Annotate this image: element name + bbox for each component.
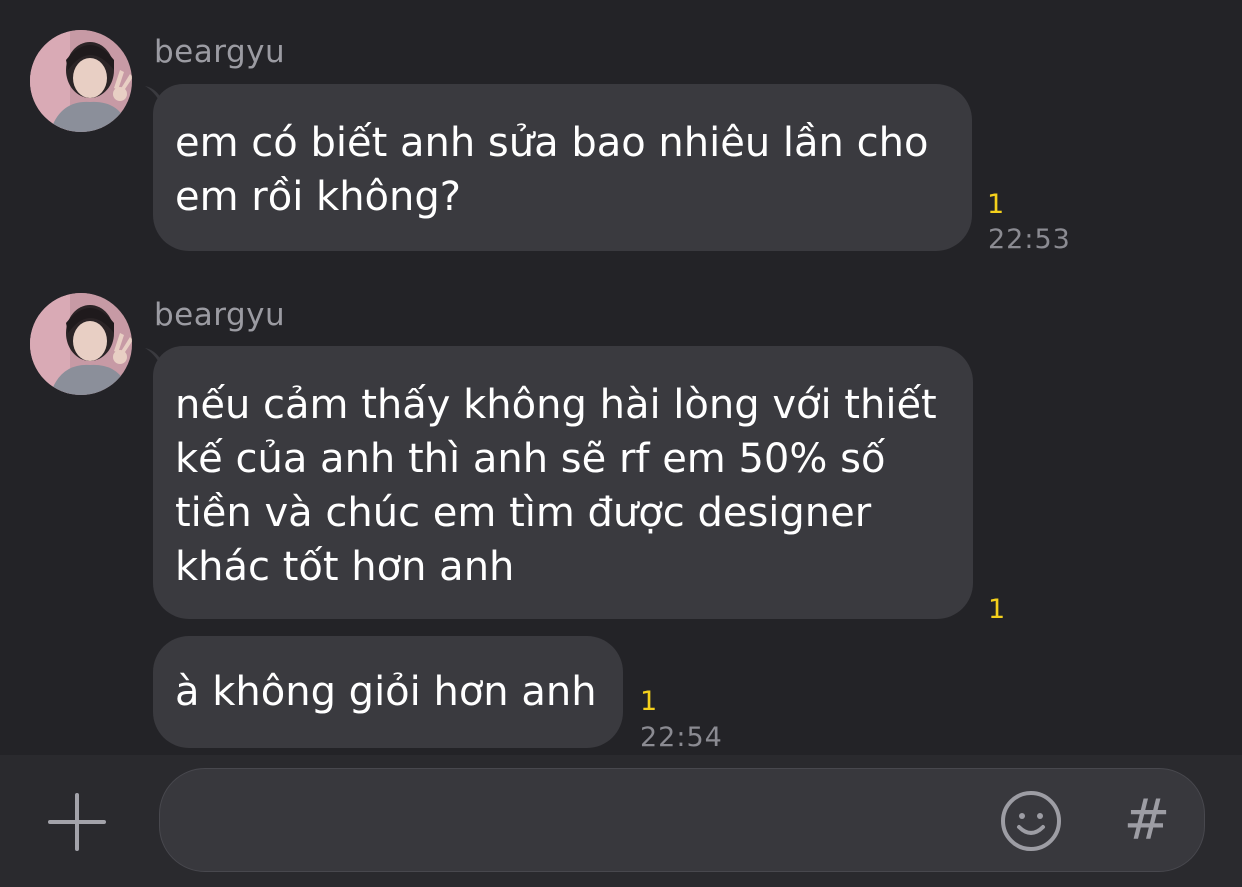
sender-name: beargyu <box>154 297 286 333</box>
message-input[interactable] <box>190 789 994 853</box>
message-line: tiền và chúc em tìm được designer <box>175 490 872 536</box>
message-line: nếu cảm thấy không hài lòng với thiết <box>175 382 937 428</box>
sender-avatar[interactable] <box>30 293 132 395</box>
message-line: em rồi không? <box>175 174 461 220</box>
message-line: kế của anh thì anh sẽ rf em 50% số <box>175 436 886 482</box>
sender-name: beargyu <box>154 34 286 70</box>
emoji-icon <box>1001 791 1061 851</box>
sender-avatar[interactable] <box>30 30 132 132</box>
unread-count: 1 <box>987 189 1005 220</box>
unread-count: 1 <box>988 594 1006 625</box>
message-bubble[interactable]: nếu cảm thấy không hài lòng với thiết kế… <box>153 346 973 619</box>
message-bubble[interactable]: em có biết anh sửa bao nhiêu lần cho em … <box>153 84 972 251</box>
message-line: à không giỏi hơn anh <box>175 669 597 715</box>
message-bubble[interactable]: à không giỏi hơn anh <box>153 636 623 748</box>
message-time: 22:54 <box>640 722 723 753</box>
plus-icon <box>48 793 106 851</box>
message-line: khác tốt hơn anh <box>175 544 515 590</box>
message-time: 22:53 <box>988 224 1071 255</box>
profile-photo-avatar-icon <box>30 293 132 395</box>
attach-button[interactable] <box>44 789 110 855</box>
emoji-button[interactable] <box>999 789 1063 853</box>
hashtag-button[interactable]: # <box>1121 791 1173 851</box>
message-line: em có biết anh sửa bao nhiêu lần cho <box>175 120 929 166</box>
unread-count: 1 <box>640 686 658 717</box>
profile-photo-avatar-icon <box>30 30 132 132</box>
chat-screen: beargyu em có biết anh sửa bao nhiêu lần… <box>0 0 1242 887</box>
